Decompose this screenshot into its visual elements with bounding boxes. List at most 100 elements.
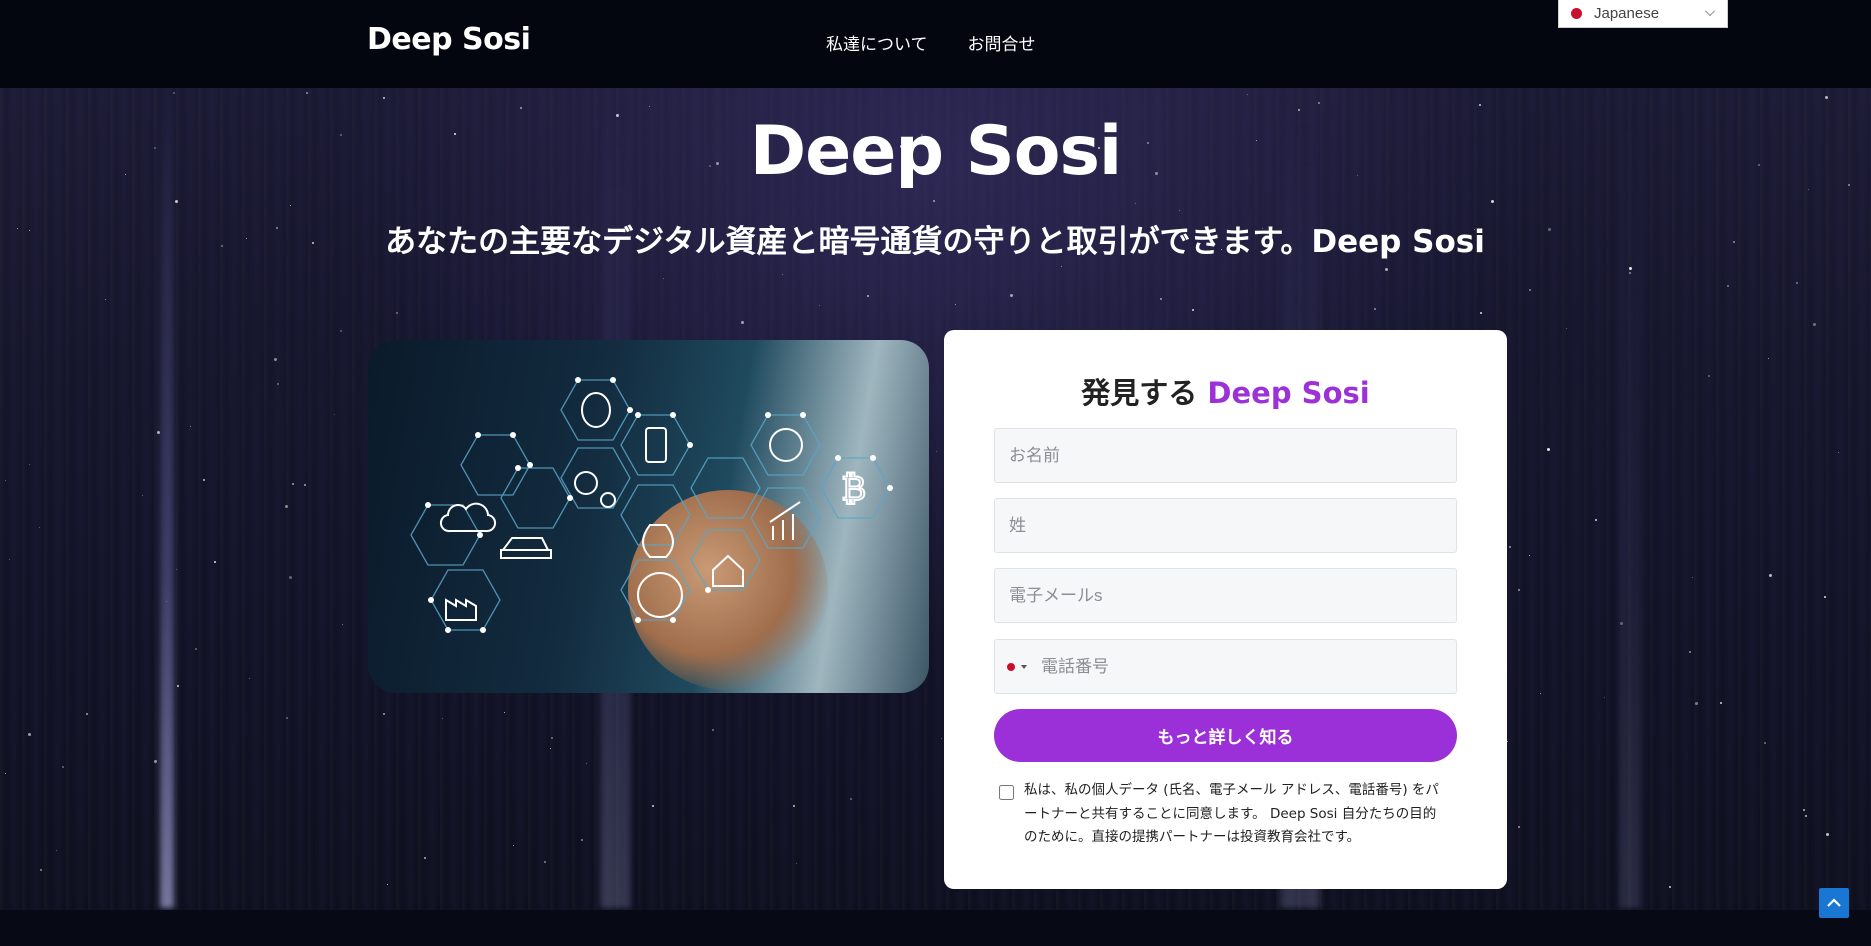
language-label: Japanese bbox=[1594, 5, 1660, 22]
hex-frame bbox=[620, 559, 691, 621]
star bbox=[586, 763, 587, 764]
email-input[interactable] bbox=[994, 568, 1457, 623]
star bbox=[1529, 289, 1531, 291]
star bbox=[1689, 651, 1691, 653]
top-navbar: Deep Sosi 私達について お問合せ Japanese bbox=[0, 0, 1871, 88]
star bbox=[1518, 589, 1520, 591]
hero-subtitle: あなたの主要なデジタル資産と暗号通貨の守りと取引ができます。Deep Sosi bbox=[385, 224, 1485, 260]
hex-frame bbox=[750, 487, 821, 549]
star bbox=[941, 738, 942, 739]
star bbox=[581, 839, 583, 841]
star bbox=[154, 760, 157, 763]
star bbox=[1769, 574, 1772, 577]
scroll-to-top-button[interactable] bbox=[1819, 888, 1849, 918]
hero-title: Deep Sosi bbox=[749, 112, 1123, 191]
last-name-input[interactable] bbox=[994, 498, 1457, 553]
star bbox=[867, 295, 869, 297]
star bbox=[342, 624, 343, 625]
star bbox=[142, 495, 143, 496]
hexagon-icon-network: ₿ bbox=[410, 377, 893, 633]
star bbox=[1548, 228, 1551, 231]
star bbox=[286, 717, 288, 719]
star bbox=[544, 861, 546, 863]
japan-flag-icon bbox=[1571, 8, 1582, 19]
star bbox=[1507, 741, 1508, 742]
star bbox=[387, 884, 388, 885]
star bbox=[246, 238, 247, 239]
star bbox=[933, 200, 935, 202]
star bbox=[1518, 826, 1520, 828]
star bbox=[175, 200, 178, 203]
star bbox=[1764, 742, 1766, 744]
star bbox=[652, 805, 654, 807]
star bbox=[190, 426, 191, 427]
star bbox=[1620, 622, 1623, 625]
phone-input[interactable] bbox=[994, 639, 1457, 694]
star bbox=[1824, 596, 1826, 598]
hex-frame bbox=[500, 467, 571, 529]
language-selector[interactable]: Japanese bbox=[1558, 0, 1728, 28]
star bbox=[157, 431, 160, 434]
nav-link-contact[interactable]: お問合せ bbox=[968, 30, 1036, 55]
star bbox=[304, 484, 306, 486]
star bbox=[520, 107, 522, 109]
star bbox=[1803, 809, 1805, 811]
hex-frame bbox=[460, 434, 531, 496]
smart-home-icon bbox=[712, 554, 744, 587]
gears-icon bbox=[574, 471, 598, 495]
country-dropdown-caret-icon[interactable] bbox=[1021, 665, 1027, 669]
star bbox=[166, 601, 167, 602]
site-logo[interactable]: Deep Sosi bbox=[367, 22, 531, 57]
hex-frame bbox=[750, 414, 821, 476]
consent-checkbox[interactable] bbox=[999, 785, 1014, 800]
hero-section bbox=[0, 88, 1871, 910]
chevron-up-icon bbox=[1827, 898, 1841, 907]
star bbox=[40, 869, 42, 871]
star bbox=[1374, 308, 1376, 310]
star bbox=[289, 576, 292, 579]
cloud-lock-icon bbox=[439, 502, 497, 533]
consent-row: 私は、私の個人データ (氏名、電子メール アドレス、電話番号) をパートナーと共… bbox=[999, 779, 1449, 850]
star bbox=[1604, 697, 1605, 698]
chevron-down-icon bbox=[1705, 6, 1715, 16]
star bbox=[1247, 94, 1248, 95]
hex-frame bbox=[690, 457, 761, 519]
star bbox=[28, 733, 31, 736]
nav-link-about[interactable]: 私達について bbox=[826, 30, 928, 55]
star bbox=[1629, 267, 1632, 270]
star bbox=[442, 718, 443, 719]
star bbox=[383, 713, 385, 715]
main-nav: 私達について お問合せ bbox=[826, 30, 1036, 55]
star bbox=[1813, 323, 1816, 326]
star bbox=[1061, 266, 1062, 267]
star bbox=[712, 729, 714, 731]
star bbox=[29, 464, 30, 465]
country-flag-icon[interactable] bbox=[1007, 663, 1015, 671]
star bbox=[850, 798, 852, 800]
learn-more-button[interactable]: もっと詳しく知る bbox=[994, 709, 1457, 762]
star bbox=[177, 685, 179, 687]
star bbox=[955, 304, 956, 305]
star bbox=[1805, 815, 1807, 817]
star bbox=[214, 561, 216, 563]
star bbox=[1629, 272, 1631, 274]
star bbox=[285, 505, 288, 508]
star bbox=[819, 305, 820, 306]
star bbox=[1298, 109, 1300, 111]
star bbox=[1179, 210, 1180, 211]
star bbox=[1768, 358, 1769, 359]
signup-form: 発見する Deep Sosi もっと詳しく知る 私は、私の個人データ (氏名、電… bbox=[944, 330, 1507, 889]
star bbox=[334, 414, 335, 415]
star bbox=[1695, 702, 1698, 705]
light-streak bbox=[160, 88, 174, 908]
star bbox=[312, 242, 314, 244]
star bbox=[292, 483, 294, 485]
star bbox=[306, 92, 308, 94]
star bbox=[649, 106, 650, 107]
form-title-prefix: 発見する bbox=[1081, 376, 1198, 410]
star bbox=[1509, 546, 1511, 548]
star bbox=[5, 480, 6, 481]
star bbox=[550, 748, 551, 749]
star bbox=[663, 278, 664, 279]
first-name-input[interactable] bbox=[994, 428, 1457, 483]
